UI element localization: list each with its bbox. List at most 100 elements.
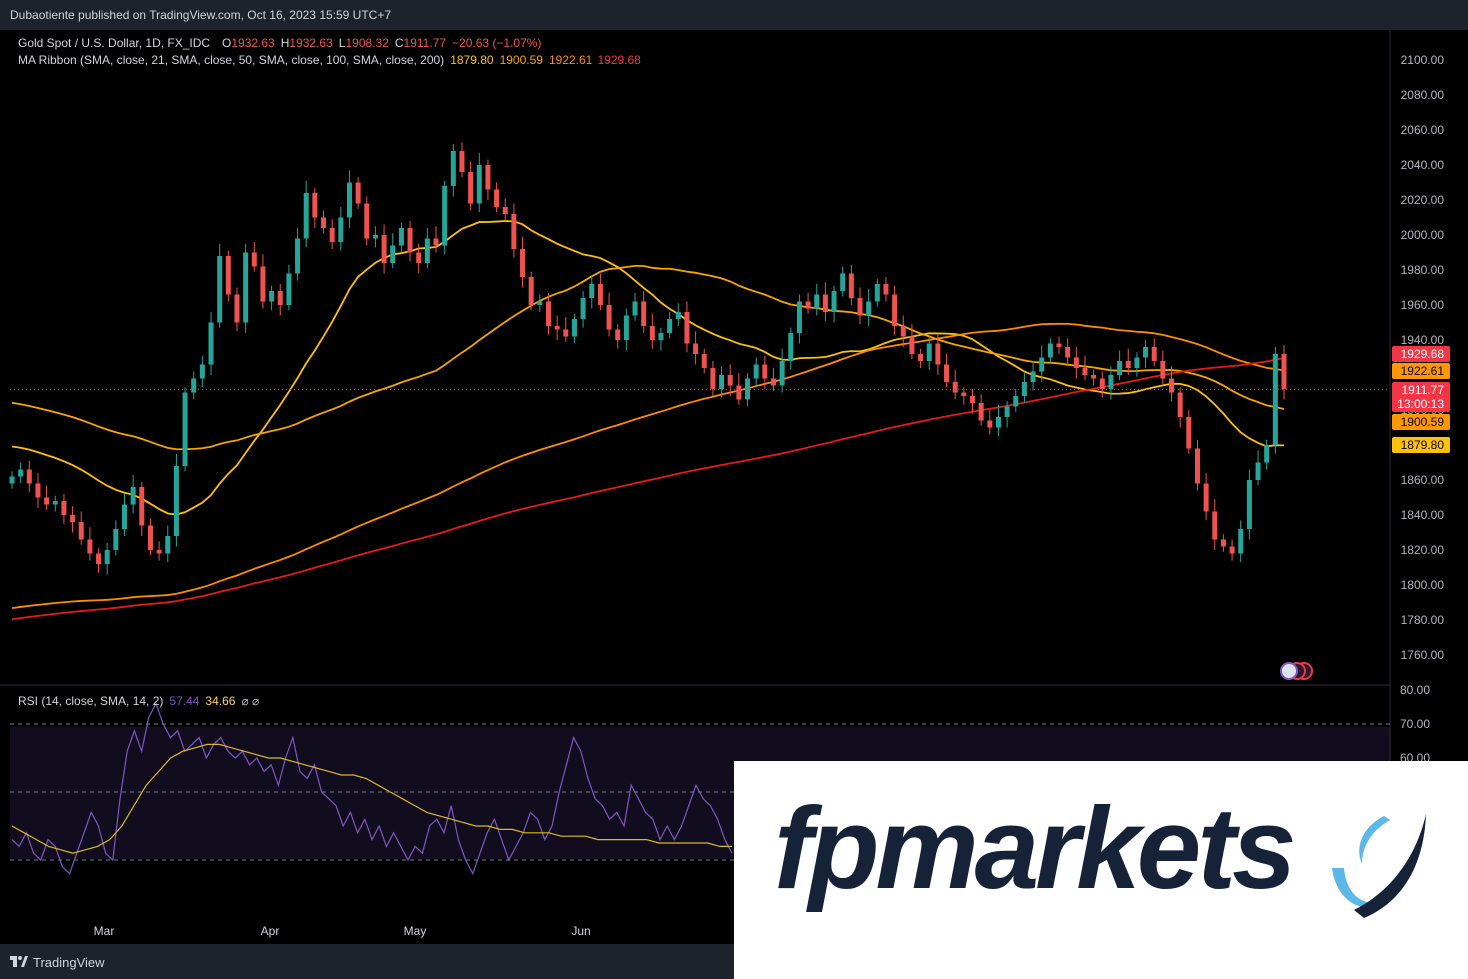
candle-body (1065, 347, 1071, 358)
candle-body (606, 305, 612, 330)
candle-body (260, 266, 266, 302)
price-axis-label: 2000.00 (1401, 228, 1445, 242)
price-axis-label: 2040.00 (1401, 158, 1445, 172)
candle-body (18, 469, 24, 477)
candle-body (1194, 448, 1200, 484)
fpmarkets-checkmark-icon (1332, 814, 1426, 918)
candle-body (416, 252, 422, 263)
candle-body (520, 249, 526, 277)
candle-body (788, 333, 794, 361)
candle-body (1186, 417, 1192, 449)
candle-body (762, 364, 768, 379)
candle-body (217, 256, 223, 323)
candle-body (969, 396, 975, 403)
time-axis-label: Jun (571, 924, 590, 938)
candle-body (1117, 361, 1123, 375)
candle-body (1030, 371, 1036, 382)
candle-body (918, 354, 924, 361)
candle-body (87, 539, 93, 554)
candle-body (623, 315, 629, 340)
candle-body (580, 298, 586, 319)
candle-body (147, 525, 153, 550)
candle-body (78, 522, 84, 540)
candle-body (1212, 511, 1218, 540)
candle-body (398, 228, 404, 246)
time-axis-label: May (404, 924, 427, 938)
candle-body (961, 392, 967, 396)
candle-body (571, 319, 577, 337)
candle-body (667, 319, 673, 333)
candle-body (935, 343, 941, 365)
economic-events-icon[interactable] (1280, 662, 1313, 680)
legend-rsi: RSI (14, close, SMA, 14, 2) 57.44 34.66 ⌀ ⌀ (18, 694, 259, 708)
price-axis-label: 1960.00 (1401, 298, 1445, 312)
candle-body (1013, 396, 1019, 407)
candle-body (1238, 529, 1244, 554)
candle-body (1160, 361, 1166, 379)
candle-body (165, 536, 171, 554)
candle-body (1272, 354, 1278, 445)
candle-body (1281, 354, 1287, 389)
price-axis-label: 2060.00 (1401, 123, 1445, 137)
candle-body (52, 501, 58, 505)
candle-body (1073, 357, 1079, 368)
candle-body (649, 326, 655, 340)
candle-body (701, 354, 707, 368)
candle-body (805, 301, 811, 309)
price-axis-label: 2100.00 (1401, 53, 1445, 67)
candle-body (528, 277, 534, 305)
candle-body (494, 189, 500, 207)
candle-body (779, 361, 785, 386)
price-axis-label: 1860.00 (1401, 473, 1445, 487)
footer-brand: TradingView (33, 955, 105, 970)
candle-body (234, 294, 240, 323)
candle-body (338, 217, 344, 242)
candle-body (459, 151, 465, 172)
candle-body (303, 193, 309, 239)
candle-body (684, 312, 690, 344)
candle-body (9, 476, 15, 484)
candle-body (814, 294, 820, 309)
candle-body (745, 378, 751, 400)
candle-body (1056, 343, 1062, 347)
candle-body (277, 291, 283, 305)
candle-body (295, 238, 301, 274)
candle-body (727, 375, 733, 386)
candle-body (381, 235, 387, 263)
candle-body (321, 217, 327, 228)
candle-body (1220, 539, 1226, 547)
candle-body (1143, 347, 1149, 358)
price-axis-label: 1820.00 (1401, 543, 1445, 557)
candle-body (554, 326, 560, 330)
candle-body (476, 165, 482, 204)
rsi-axis-label: 80.00 (1400, 683, 1430, 697)
candle-body (191, 378, 197, 393)
price-tag-label: 1922.61 (1401, 364, 1445, 378)
candle-body (329, 228, 335, 242)
candle-body (693, 343, 699, 354)
candle-body (1264, 445, 1270, 463)
candle-body (641, 301, 647, 326)
price-axis-label: 1760.00 (1401, 648, 1445, 662)
candle-body (987, 420, 993, 428)
candle-body (995, 417, 1001, 428)
candle-body (1134, 357, 1140, 368)
candle-body (61, 501, 67, 515)
candle-body (1229, 546, 1235, 554)
price-axis-label: 2020.00 (1401, 193, 1445, 207)
candle-body (926, 343, 932, 361)
candle-body (407, 228, 413, 253)
candle-body (1125, 361, 1131, 368)
time-axis-label: Apr (261, 924, 280, 938)
candle-body (511, 214, 517, 249)
candle-body (1108, 375, 1114, 389)
candle-body (182, 392, 188, 466)
candle-body (113, 529, 119, 550)
candle-body (857, 298, 863, 316)
candle-body (563, 329, 569, 337)
price-axis-label: 1840.00 (1401, 508, 1445, 522)
candle-body (796, 301, 802, 333)
candle-body (26, 469, 32, 484)
candle-body (1091, 375, 1097, 379)
rsi-axis-label: 70.00 (1400, 717, 1430, 731)
